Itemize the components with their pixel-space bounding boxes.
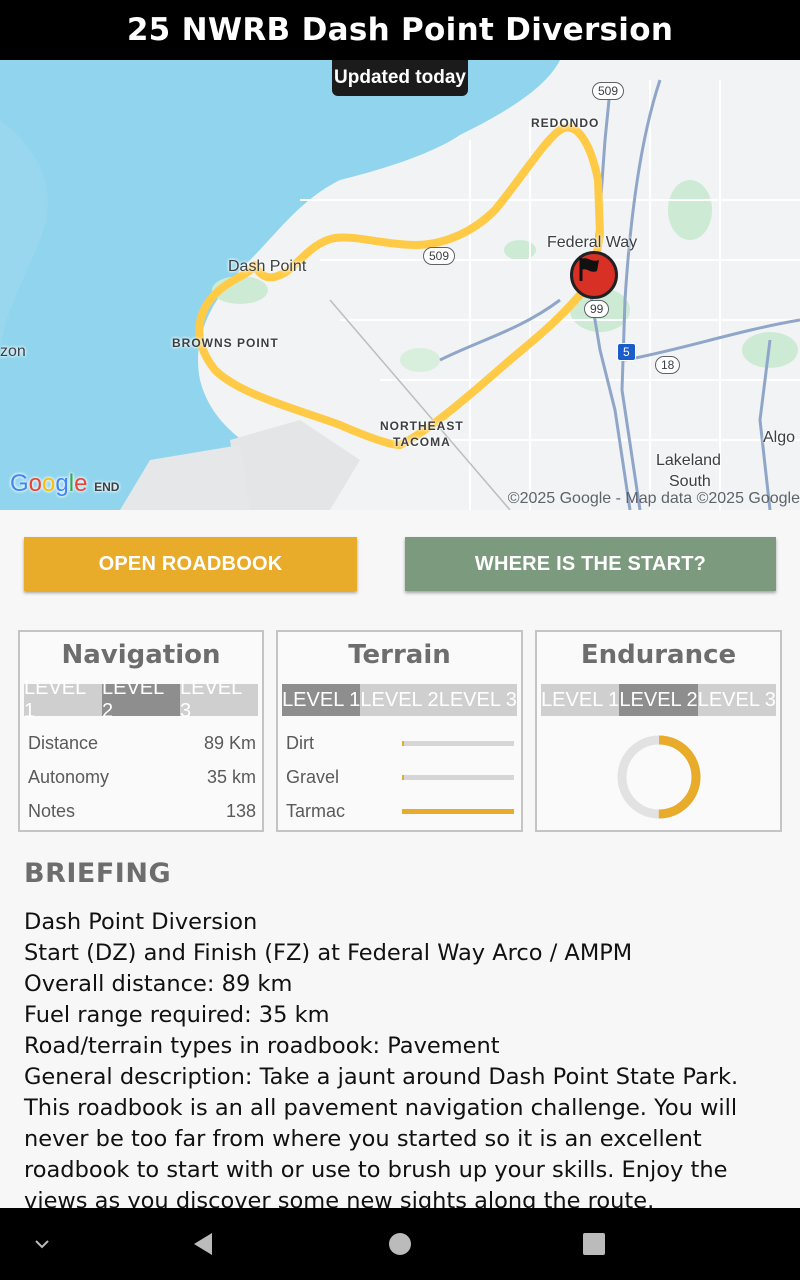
stat-label: Autonomy bbox=[28, 766, 110, 787]
terrain-gravel: Gravel bbox=[278, 760, 521, 794]
flag-icon bbox=[579, 258, 599, 281]
briefing-line: Overall distance: 89 km bbox=[24, 971, 293, 997]
terrain-level-2: LEVEL 2 bbox=[360, 684, 439, 716]
stat-label: Distance bbox=[28, 732, 99, 753]
terrain-card: Terrain LEVEL 1 LEVEL 2 LEVEL 3 Dirt Gra… bbox=[276, 630, 523, 832]
route-shield-509-north: 509 bbox=[592, 82, 625, 100]
briefing-line: Road/terrain types in roadbook: Pavement bbox=[24, 1033, 500, 1059]
place-south: South bbox=[669, 473, 711, 490]
endurance-gauge bbox=[617, 735, 700, 819]
navigation-title: Navigation bbox=[61, 640, 221, 670]
stat-value: 138 bbox=[225, 800, 256, 821]
place-tacoma: TACOMA bbox=[393, 435, 451, 449]
route-shield-18: 18 bbox=[655, 356, 681, 374]
navigation-card: Navigation LEVEL 1 LEVEL 2 LEVEL 3 Dista… bbox=[18, 630, 264, 832]
route-shield-99: 99 bbox=[584, 300, 610, 318]
terrain-bar-fill bbox=[402, 774, 405, 780]
endurance-levels: LEVEL 1 LEVEL 2 LEVEL 3 bbox=[541, 684, 776, 716]
briefing-line: Dash Point Diversion bbox=[24, 909, 258, 935]
navigation-levels: LEVEL 1 LEVEL 2 LEVEL 3 bbox=[24, 677, 258, 722]
navigation-level-2: LEVEL 2 bbox=[102, 677, 180, 722]
endurance-title: Endurance bbox=[580, 640, 737, 670]
system-navigation-bar bbox=[0, 1208, 800, 1280]
terrain-level-1: LEVEL 1 bbox=[282, 684, 361, 716]
interstate-shield-5: 5 bbox=[617, 343, 636, 361]
terrain-levels: LEVEL 1 LEVEL 2 LEVEL 3 bbox=[282, 684, 517, 716]
stat-label: Notes bbox=[28, 800, 76, 821]
place-redondo: REDONDO bbox=[531, 116, 600, 130]
stat-autonomy: Autonomy 35 km bbox=[20, 760, 262, 794]
stat-notes: Notes 138 bbox=[20, 794, 262, 828]
place-algona: Algo bbox=[763, 429, 796, 446]
endurance-level-2: LEVEL 2 bbox=[619, 684, 698, 716]
terrain-label: Dirt bbox=[286, 732, 314, 753]
stat-distance: Distance 89 Km bbox=[20, 726, 262, 760]
briefing-title: BRIEFING bbox=[24, 858, 172, 889]
google-logo: Google END bbox=[10, 470, 120, 497]
terrain-title: Terrain bbox=[348, 640, 451, 670]
endurance-level-3: LEVEL 3 bbox=[697, 684, 776, 716]
where-is-start-button[interactable]: WHERE IS THE START? bbox=[405, 537, 776, 591]
terrain-level-3: LEVEL 3 bbox=[438, 684, 517, 716]
home-icon[interactable] bbox=[364, 1208, 436, 1280]
terrain-bar bbox=[402, 808, 514, 814]
place-ruston: zon bbox=[0, 343, 26, 360]
terrain-label: Gravel bbox=[286, 766, 340, 787]
stat-value: 35 km bbox=[206, 766, 256, 787]
navigation-level-1: LEVEL 1 bbox=[24, 677, 102, 722]
route-shield-509: 509 bbox=[423, 247, 456, 265]
open-roadbook-button[interactable]: OPEN ROADBOOK bbox=[24, 537, 357, 591]
place-browns-point: BROWNS POINT bbox=[172, 336, 279, 350]
terrain-bar-fill bbox=[402, 740, 405, 746]
back-icon[interactable] bbox=[168, 1208, 240, 1280]
place-federal-way: Federal Way bbox=[547, 234, 638, 251]
terrain-tarmac: Tarmac bbox=[278, 794, 521, 828]
briefing-body: Dash Point Diversion Start (DZ) and Fini… bbox=[24, 907, 784, 1217]
briefing-line: Fuel range required: 35 km bbox=[24, 1002, 330, 1028]
route-map[interactable]: Updated today REDONDO Federal Way Dash P… bbox=[0, 60, 800, 510]
terrain-dirt: Dirt bbox=[278, 726, 521, 760]
start-flag-marker[interactable] bbox=[570, 251, 618, 299]
navigation-level-3: LEVEL 3 bbox=[180, 677, 258, 722]
map-copyright: ©2025 Google - Map data ©2025 Google bbox=[507, 490, 800, 507]
terrain-label: Tarmac bbox=[286, 800, 346, 821]
app-title: 25 NWRB Dash Point Diversion bbox=[0, 0, 800, 60]
stat-value: 89 Km bbox=[203, 732, 256, 753]
recents-icon[interactable] bbox=[558, 1208, 630, 1280]
end-label: END bbox=[94, 480, 120, 494]
briefing-line: Start (DZ) and Finish (FZ) at Federal Wa… bbox=[24, 940, 633, 966]
endurance-level-1: LEVEL 1 bbox=[541, 684, 620, 716]
chevron-down-icon[interactable] bbox=[6, 1208, 78, 1280]
terrain-bar-fill bbox=[402, 808, 514, 814]
briefing-description: General description: Take a jaunt around… bbox=[24, 1064, 739, 1214]
updated-badge: Updated today bbox=[332, 60, 468, 96]
place-dash-point: Dash Point bbox=[228, 258, 307, 275]
terrain-bar bbox=[402, 740, 514, 746]
endurance-card: Endurance LEVEL 1 LEVEL 2 LEVEL 3 bbox=[535, 630, 782, 832]
terrain-bar bbox=[402, 774, 514, 780]
place-lakeland: Lakeland bbox=[656, 452, 721, 469]
place-northeast: NORTHEAST bbox=[380, 419, 464, 433]
